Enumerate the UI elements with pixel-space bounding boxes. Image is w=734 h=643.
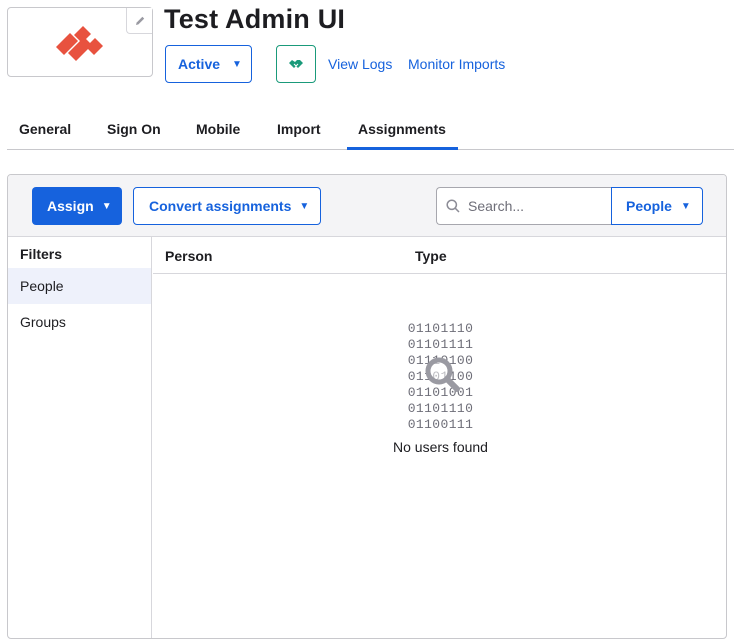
assignments-toolbar: Assign ▼ Convert assignments ▼ People ▼	[8, 175, 726, 237]
pencil-icon	[135, 16, 144, 25]
tab-general[interactable]: General	[19, 121, 71, 137]
magnifier-icon	[425, 357, 460, 392]
column-header-person[interactable]: Person	[165, 248, 212, 264]
table-header: Person Type	[153, 237, 726, 274]
tab-sign-on[interactable]: Sign On	[107, 121, 161, 137]
column-header-type[interactable]: Type	[415, 248, 447, 264]
search-input[interactable]	[437, 188, 612, 224]
binary-line: 01101110	[407, 321, 474, 336]
assignments-panel: Assign ▼ Convert assignments ▼ People ▼ …	[7, 174, 727, 639]
handshake-button[interactable]	[276, 45, 316, 83]
status-label: Active	[178, 56, 221, 72]
tab-mobile[interactable]: Mobile	[196, 121, 240, 137]
binary-line: 01100111	[407, 417, 474, 432]
assign-button[interactable]: Assign ▼	[32, 187, 122, 225]
chevron-down-icon: ▼	[680, 200, 691, 212]
filters-title: Filters	[20, 246, 63, 262]
search-scope-label: People	[626, 198, 672, 214]
chevron-down-icon: ▼	[299, 200, 310, 212]
convert-assignments-label: Convert assignments	[149, 198, 292, 214]
paloalto-logo-icon	[56, 26, 103, 61]
tab-assignments[interactable]: Assignments	[347, 121, 458, 150]
assign-label: Assign	[47, 198, 94, 214]
chevron-down-icon: ▼	[101, 200, 112, 212]
empty-state-message: No users found	[393, 439, 488, 455]
app-title: Test Admin UI	[164, 4, 346, 34]
empty-state-illustration: 01101110 01101111 01110100 01101100 0110…	[408, 321, 474, 433]
edit-logo-button[interactable]	[126, 8, 152, 34]
search-box	[436, 187, 612, 225]
chevron-down-icon: ▼	[232, 58, 242, 70]
app-logo-box	[7, 7, 153, 77]
search-icon	[446, 199, 460, 213]
app-tabs: General Sign On Mobile Import Assignment…	[7, 112, 734, 150]
handshake-icon	[289, 60, 303, 68]
status-dropdown[interactable]: Active ▼	[165, 45, 252, 83]
view-logs-link[interactable]: View Logs	[328, 56, 392, 72]
tab-import[interactable]: Import	[277, 121, 321, 137]
filter-item-groups[interactable]: Groups	[8, 304, 151, 340]
convert-assignments-button[interactable]: Convert assignments ▼	[133, 187, 321, 225]
filter-item-people[interactable]: People	[8, 268, 151, 304]
monitor-imports-link[interactable]: Monitor Imports	[408, 56, 505, 72]
empty-state: 01101110 01101111 01110100 01101100 0110…	[153, 321, 726, 455]
search-scope-dropdown[interactable]: People ▼	[611, 187, 703, 225]
filters-sidebar: Filters People Groups	[8, 237, 152, 638]
binary-line: 01101111	[407, 337, 474, 352]
